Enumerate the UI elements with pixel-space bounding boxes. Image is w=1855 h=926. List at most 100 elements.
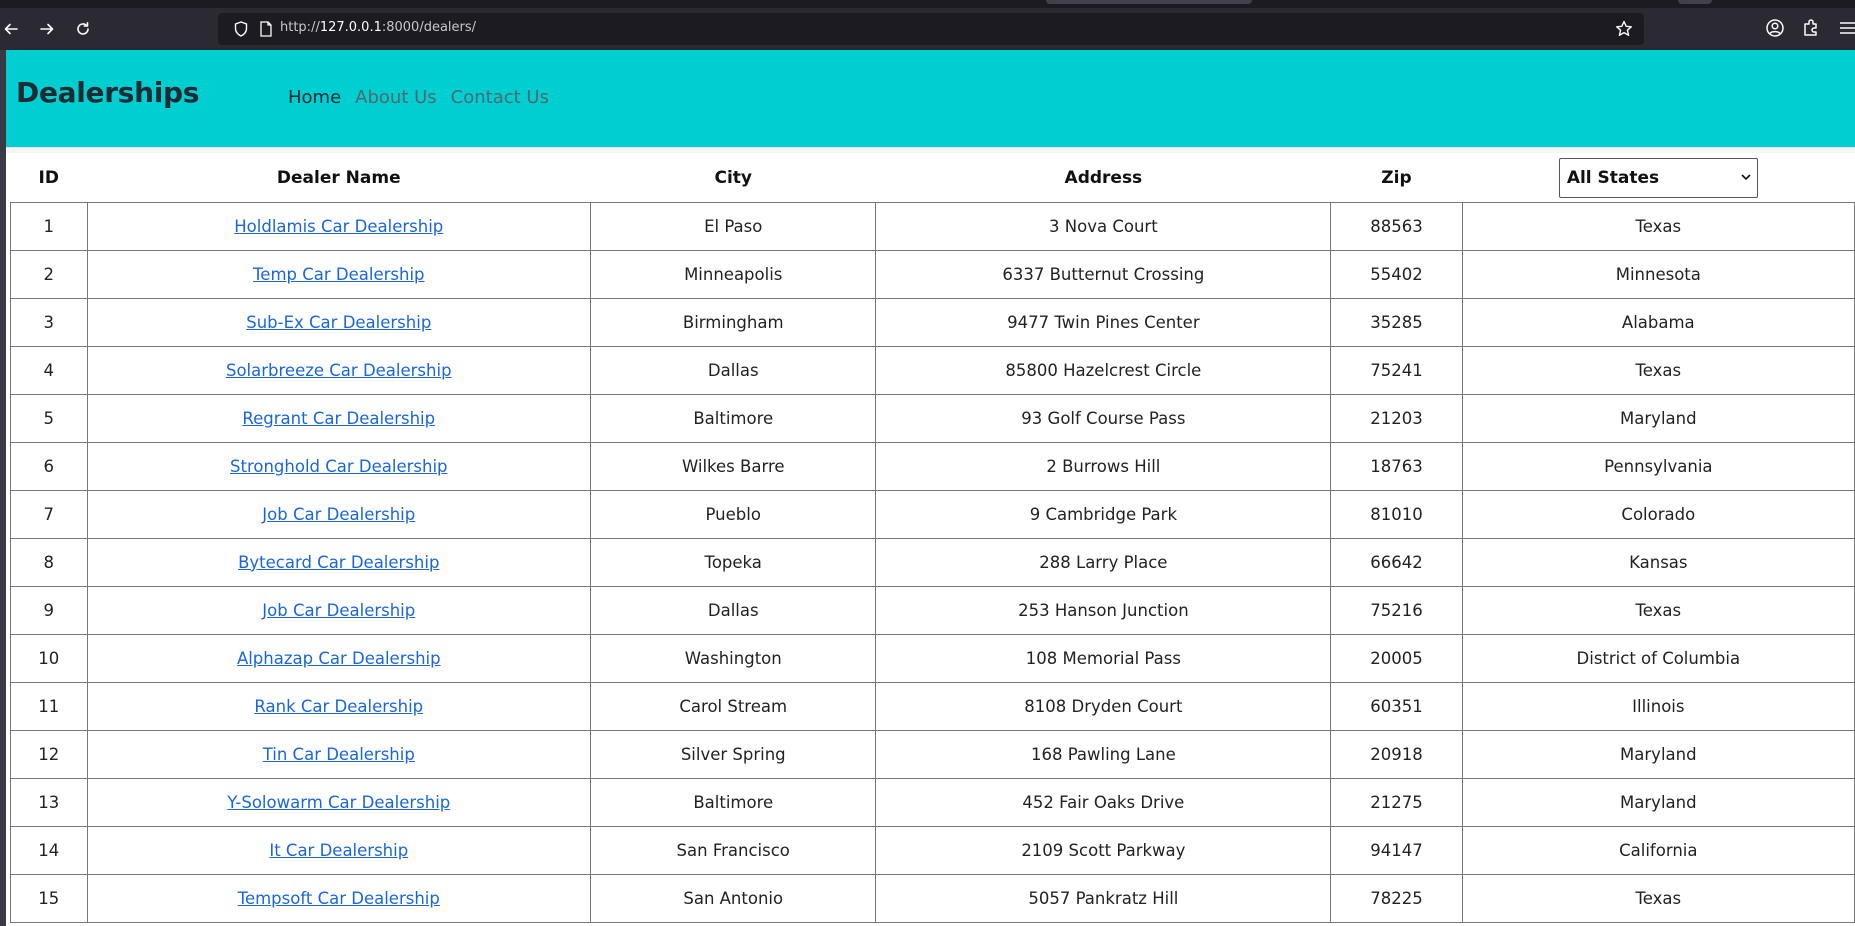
table-row: 2 Temp Car Dealership Minneapolis 6337 Butt… [10, 249, 1855, 299]
chevron-down-icon [1741, 171, 1751, 184]
shield-icon[interactable] [232, 20, 250, 38]
dealer-link[interactable]: Bytecard Car Dealership [238, 553, 439, 572]
cell-state: California [1461, 825, 1855, 875]
cell-address: 288 Larry Place [875, 537, 1332, 587]
cell-id: 11 [10, 681, 88, 731]
dealer-link[interactable]: Temp Car Dealership [253, 265, 424, 284]
tab[interactable] [1046, 0, 1252, 4]
cell-dealer-name: Solarbreeze Car Dealership [86, 345, 592, 395]
cell-state: District of Columbia [1461, 633, 1855, 683]
tab[interactable] [1678, 0, 1712, 4]
cell-state: Maryland [1461, 393, 1855, 443]
table-row: 10 Alphazap Car Dealership Washington 108 M… [10, 633, 1855, 683]
cell-id: 2 [10, 249, 88, 299]
cell-dealer-name: Rank Car Dealership [86, 681, 592, 731]
brand-title[interactable]: Dealerships [16, 76, 199, 109]
cell-dealer-name: Y-Solowarm Car Dealership [86, 777, 592, 827]
url-rest: :8000/dealers/ [381, 20, 477, 35]
cell-id: 5 [10, 393, 88, 443]
dealer-link[interactable]: Tempsoft Car Dealership [238, 889, 440, 908]
cell-zip: 75241 [1330, 345, 1463, 395]
cell-city: Pueblo [590, 489, 877, 539]
cell-address: 6337 Butternut Crossing [875, 249, 1332, 299]
cell-city: El Paso [590, 201, 877, 251]
cell-zip: 35285 [1330, 297, 1463, 347]
cell-zip: 18763 [1330, 441, 1463, 491]
nav-link-about[interactable]: About Us [355, 87, 437, 108]
table-row: 11 Rank Car Dealership Carol Stream 8108 Dr… [10, 681, 1855, 731]
cell-dealer-name: Sub-Ex Car Dealership [86, 297, 592, 347]
dealer-link[interactable]: Tin Car Dealership [263, 745, 415, 764]
cell-id: 10 [10, 633, 88, 683]
header-address: Address [1064, 167, 1143, 188]
header-id: ID [38, 167, 59, 188]
cell-city: Carol Stream [590, 681, 877, 731]
cell-city: Dallas [590, 345, 877, 395]
back-icon[interactable] [0, 18, 22, 40]
state-filter-select[interactable]: All States [1558, 157, 1758, 198]
menu-icon[interactable] [1838, 17, 1855, 41]
cell-address: 452 Fair Oaks Drive [875, 777, 1332, 827]
dealer-link[interactable]: Solarbreeze Car Dealership [226, 361, 452, 380]
cell-state: Kansas [1461, 537, 1855, 587]
cell-dealer-name: Job Car Dealership [86, 585, 592, 635]
header-dealer-name: Dealer Name [276, 167, 401, 188]
nav-link-home[interactable]: Home [288, 87, 341, 108]
nav-link-contact[interactable]: Contact Us [451, 87, 549, 108]
cell-dealer-name: Stronghold Car Dealership [86, 441, 592, 491]
cell-city: Dallas [590, 585, 877, 635]
reload-icon[interactable] [72, 18, 94, 40]
table-row: 9 Job Car Dealership Dallas 253 Hanson Junc… [10, 585, 1855, 635]
cell-zip: 60351 [1330, 681, 1463, 731]
account-icon[interactable] [1764, 17, 1786, 41]
cell-dealer-name: It Car Dealership [86, 825, 592, 875]
cell-id: 1 [10, 201, 88, 251]
table-row: 7 Job Car Dealership Pueblo 9 Cambridge Par… [10, 489, 1855, 539]
cell-id: 9 [10, 585, 88, 635]
page-icon[interactable] [258, 20, 274, 38]
dealer-link[interactable]: Rank Car Dealership [254, 697, 423, 716]
cell-state: Texas [1461, 345, 1855, 395]
cell-state: Minnesota [1461, 249, 1855, 299]
dealer-link[interactable]: Holdlamis Car Dealership [234, 217, 443, 236]
cell-state: Texas [1461, 873, 1855, 923]
table-row: 1 Holdlamis Car Dealership El Paso 3 Nova C… [10, 201, 1855, 251]
cell-address: 108 Memorial Pass [875, 633, 1332, 683]
cell-state: Maryland [1461, 729, 1855, 779]
address-bar[interactable]: http://127.0.0.1:8000/dealers/ [218, 13, 1644, 45]
cell-zip: 78225 [1330, 873, 1463, 923]
dealers-table: ID Dealer Name City Address Zip All Stat… [10, 154, 1855, 923]
url-text[interactable]: http://127.0.0.1:8000/dealers/ [280, 20, 476, 35]
extensions-icon[interactable] [1800, 17, 1822, 41]
bookmark-star-icon[interactable] [1614, 19, 1634, 39]
dealer-link[interactable]: Job Car Dealership [262, 601, 415, 620]
cell-address: 8108 Dryden Court [875, 681, 1332, 731]
state-filter-value: All States [1566, 167, 1660, 188]
url-prefix: http:// [280, 20, 320, 35]
dealer-link[interactable]: Y-Solowarm Car Dealership [227, 793, 450, 812]
cell-address: 3 Nova Court [875, 201, 1332, 251]
cell-city: San Francisco [590, 825, 877, 875]
dealer-link[interactable]: Regrant Car Dealership [242, 409, 435, 428]
dealer-link[interactable]: Alphazap Car Dealership [237, 649, 441, 668]
header-state-filter: All States [1462, 154, 1854, 202]
cell-id: 7 [10, 489, 88, 539]
dealer-link[interactable]: Stronghold Car Dealership [230, 457, 448, 476]
table-row: 14 It Car Dealership San Francisco 2109 Sco… [10, 825, 1855, 875]
cell-id: 14 [10, 825, 88, 875]
cell-zip: 75216 [1330, 585, 1463, 635]
cell-dealer-name: Bytecard Car Dealership [86, 537, 592, 587]
cell-zip: 21275 [1330, 777, 1463, 827]
table-row: 3 Sub-Ex Car Dealership Birmingham 9477 Twi… [10, 297, 1855, 347]
cell-id: 15 [10, 873, 88, 923]
forward-icon[interactable] [36, 18, 58, 40]
cell-address: 2 Burrows Hill [875, 441, 1332, 491]
table-row: 15 Tempsoft Car Dealership San Antonio 5057… [10, 873, 1855, 923]
dealer-link[interactable]: It Car Dealership [269, 841, 408, 860]
dealer-link[interactable]: Sub-Ex Car Dealership [246, 313, 431, 332]
cell-address: 2109 Scott Parkway [875, 825, 1332, 875]
table-header-row: ID Dealer Name City Address Zip All Stat… [11, 154, 1855, 202]
table-row: 6 Stronghold Car Dealership Wilkes Barre 2 … [10, 441, 1855, 491]
dealer-link[interactable]: Job Car Dealership [262, 505, 415, 524]
table-row: 8 Bytecard Car Dealership Topeka 288 Larry … [10, 537, 1855, 587]
